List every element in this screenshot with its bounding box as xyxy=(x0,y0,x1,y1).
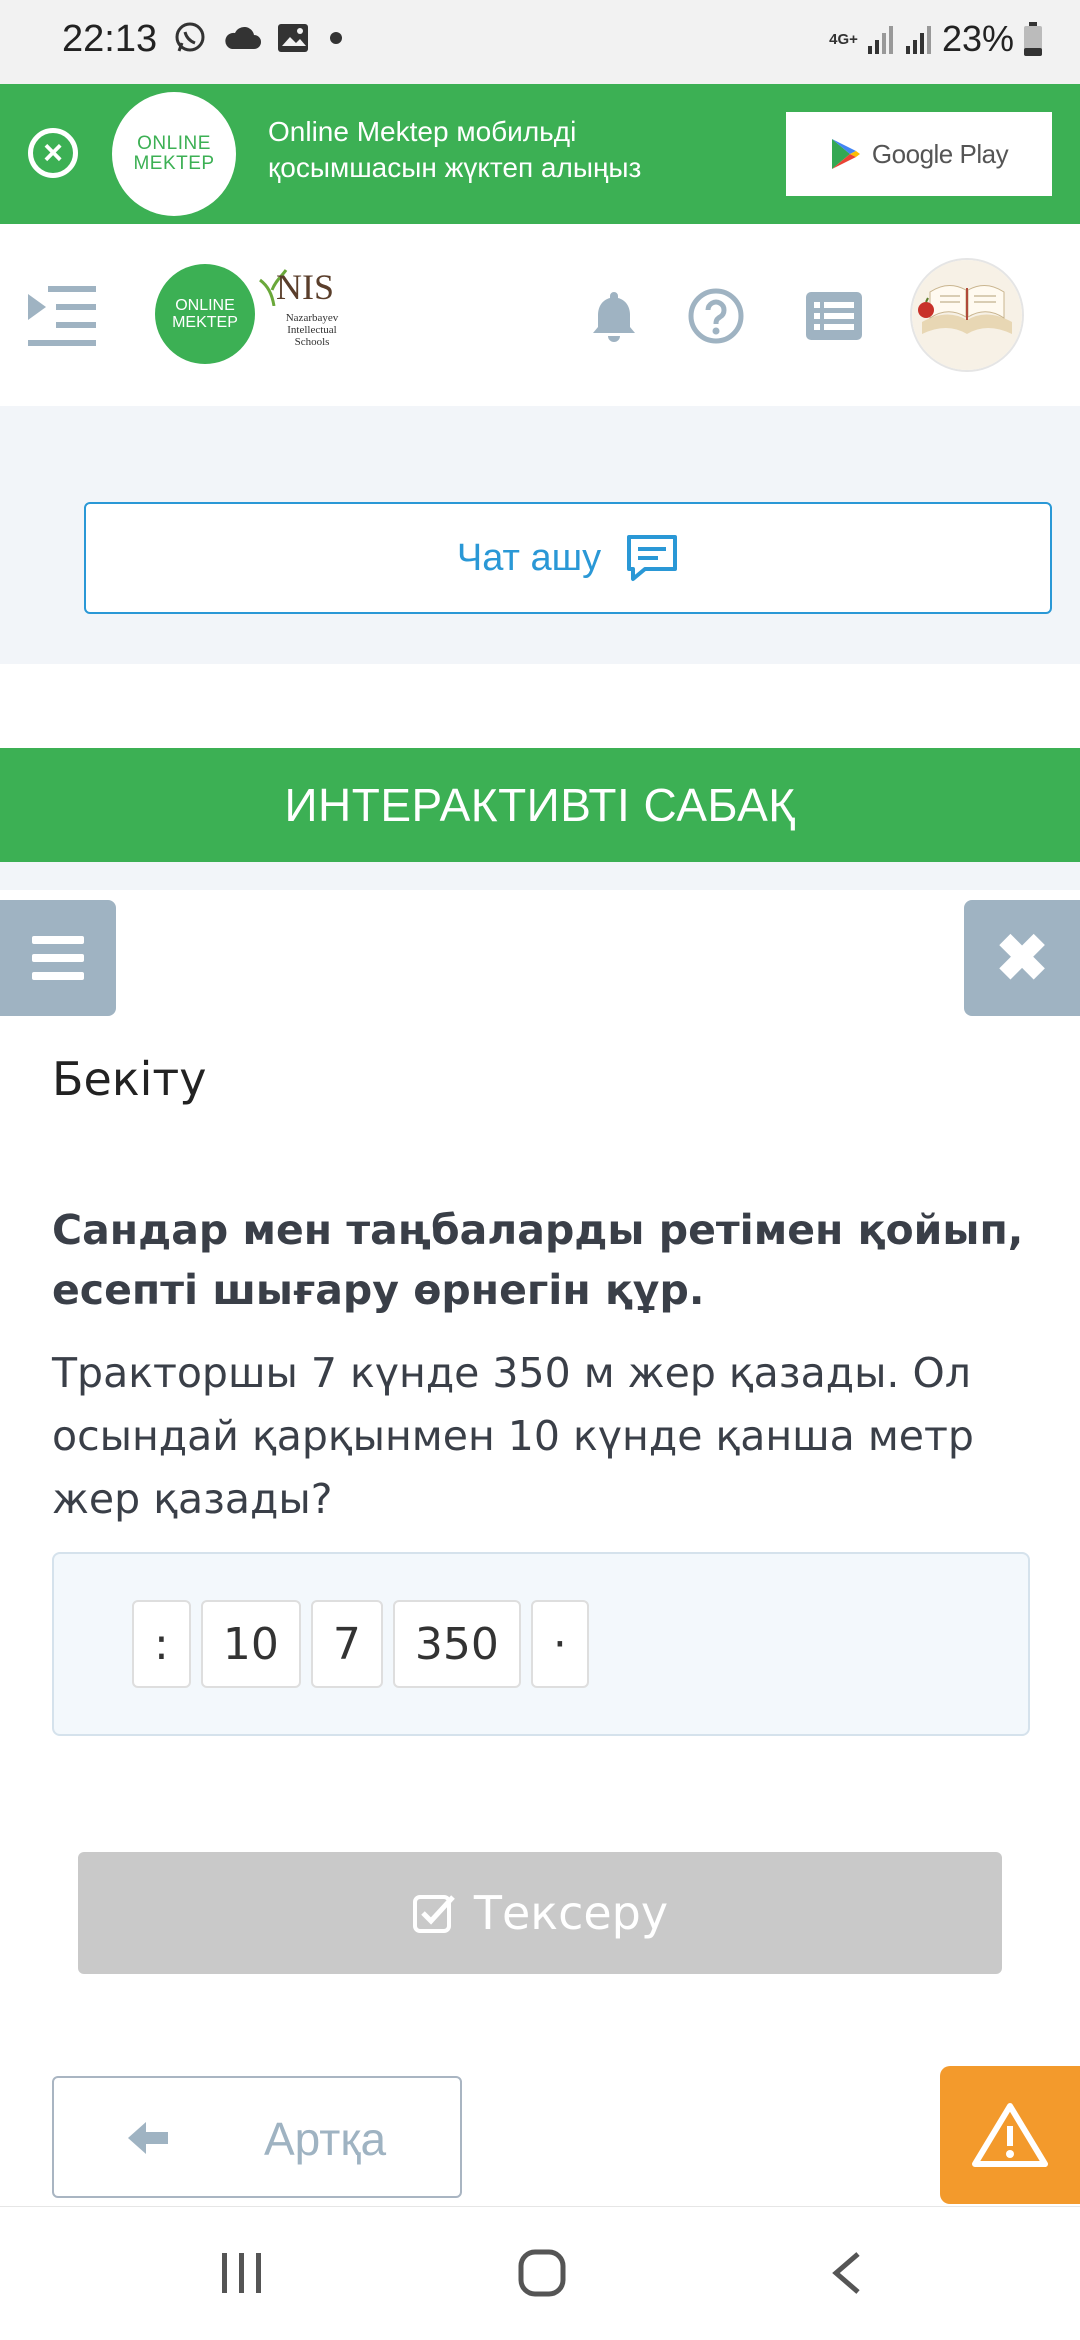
avatar[interactable] xyxy=(910,258,1024,372)
lesson-close-button[interactable]: ✖ xyxy=(964,900,1080,1016)
nis-logo: NIS Nazarbayev Intellectual Schools xyxy=(258,266,358,366)
check-button[interactable]: Тексеру xyxy=(78,1852,1002,1974)
close-icon: ✖ xyxy=(995,921,1049,994)
back-button[interactable]: Артқа xyxy=(52,2076,462,2198)
task-problem-text: Тракторшы 7 күнде 350 м жер қазады. Ол о… xyxy=(52,1349,974,1523)
help-icon[interactable] xyxy=(686,286,746,346)
battery-percent: 23% xyxy=(941,18,1014,59)
logo-text-line2: MEKTEP xyxy=(133,153,215,174)
bell-icon[interactable] xyxy=(584,286,644,346)
interactive-lesson-header: ИНТЕРАКТИВТІ САБАҚ xyxy=(0,748,1080,862)
recent-apps-icon[interactable] xyxy=(220,2251,264,2295)
open-chat-button[interactable]: Чат ашу xyxy=(84,502,1052,614)
android-nav-bar xyxy=(0,2206,1080,2340)
list-icon[interactable] xyxy=(804,286,864,346)
open-chat-label: Чат ашу xyxy=(456,536,602,579)
nis-subtitle: Nazarbayev Intellectual Schools xyxy=(285,312,339,348)
google-play-button[interactable]: Google Play xyxy=(786,112,1052,196)
section-divider xyxy=(0,664,1080,748)
signal-icon-2 xyxy=(905,26,931,54)
home-icon[interactable] xyxy=(518,2249,566,2297)
online-mektep-logo: ONLINE MEKTEP xyxy=(112,92,236,216)
google-play-icon xyxy=(831,139,860,169)
avatar-book-image xyxy=(912,260,1022,370)
token-350[interactable]: 350 xyxy=(392,1600,521,1688)
token-list: : 10 7 350 · xyxy=(132,1600,589,1688)
promo-text: Online Mektep мобильді қосымшасын жүктеп… xyxy=(268,116,642,183)
status-bar: 22:13 4G+ 23% xyxy=(0,0,1080,84)
menu-toggle-icon[interactable] xyxy=(26,284,98,350)
nis-title: NIS xyxy=(276,267,335,307)
google-play-label: Google Play xyxy=(871,138,1009,169)
header-logo[interactable]: ONLINE MEKTEP xyxy=(155,264,255,364)
whatsapp-icon xyxy=(175,22,205,52)
checkbox-check-icon xyxy=(412,1895,455,1933)
warning-icon xyxy=(972,2103,1048,2167)
arrow-left-icon xyxy=(128,2122,168,2154)
check-label: Тексеру xyxy=(473,1886,669,1940)
chat-area: Чат ашу xyxy=(0,406,1080,664)
status-time: 22:13 xyxy=(62,18,158,60)
back-nav-icon[interactable] xyxy=(830,2251,862,2295)
dot-icon xyxy=(330,32,342,44)
back-label: Артқа xyxy=(264,2113,387,2165)
token-divide[interactable]: : xyxy=(132,1600,191,1688)
site-header: ONLINE MEKTEP NIS Nazarbayev Intellectua… xyxy=(0,224,1080,406)
signal-icon xyxy=(867,26,893,54)
app-promo-banner: × ONLINE MEKTEP Online Mektep мобильді қ… xyxy=(0,84,1080,224)
battery-icon xyxy=(1024,22,1042,56)
task-instruction: Сандар мен таңбаларды ретімен қойып, есе… xyxy=(52,1206,1024,1314)
close-banner-button[interactable]: × xyxy=(28,128,78,178)
token-10[interactable]: 10 xyxy=(200,1600,301,1688)
report-problem-button[interactable] xyxy=(940,2066,1080,2204)
header-logo-line2: MEKTEP xyxy=(172,314,238,331)
answer-drop-zone[interactable]: : 10 7 350 · xyxy=(52,1552,1030,1736)
cloud-icon xyxy=(225,26,261,49)
token-7[interactable]: 7 xyxy=(310,1600,383,1688)
token-multiply[interactable]: · xyxy=(530,1600,589,1688)
logo-text-line1: ONLINE xyxy=(137,133,211,154)
lesson-panel: ✖ Бекіту Сандар мен таңбаларды ретімен қ… xyxy=(0,890,1080,2206)
chat-icon xyxy=(627,535,678,581)
status-system-icons: 4G+ 23% xyxy=(829,18,1044,60)
section-title: Бекіту xyxy=(52,1052,207,1106)
status-notification-icons xyxy=(172,20,348,56)
hamburger-icon xyxy=(32,936,84,980)
lesson-menu-button[interactable] xyxy=(0,900,116,1016)
gallery-icon xyxy=(278,24,308,52)
header-logo-line1: ONLINE xyxy=(175,297,235,314)
network-type: 4G+ xyxy=(829,30,858,48)
